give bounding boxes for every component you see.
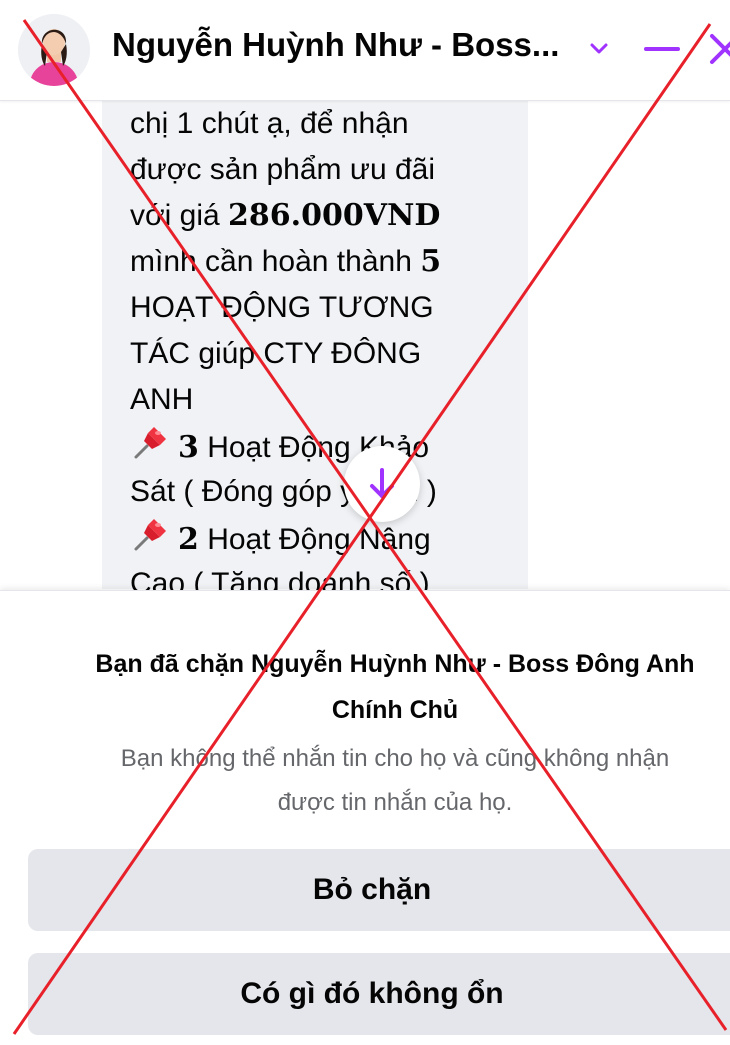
pushpin-icon: [134, 519, 166, 551]
item-count: 3: [178, 430, 199, 465]
item-text: Hoạt Động Nâng: [198, 523, 431, 556]
close-icon[interactable]: [702, 26, 730, 72]
pushpin-icon: [134, 427, 166, 459]
minimize-icon[interactable]: [642, 36, 682, 62]
count-text: 5: [420, 244, 442, 279]
item-count: 2: [178, 522, 199, 557]
message-text-segment: với giá: [130, 199, 229, 232]
message-line: được sản phẩm ưu đãi: [130, 153, 435, 186]
blocked-title: Bạn đã chặn Nguyễn Huỳnh Như - Boss Đông…: [0, 641, 730, 733]
message-text: chị 1 chút ạ, để nhận được sản phẩm ưu đ…: [130, 101, 510, 591]
message-line: 2 Hoạt Động Nâng: [130, 515, 510, 561]
unblock-button[interactable]: Bỏ chặn: [28, 849, 730, 931]
price-text: 286.000VND: [228, 198, 441, 233]
blocked-description: Bạn không thể nhắn tin cho họ và cũng kh…: [0, 737, 730, 825]
message-text-segment: mình cần hoàn thành: [130, 245, 421, 278]
message-line: với giá 286.000VND: [130, 193, 510, 239]
message-line: Cao ( Tăng doanh số ): [130, 567, 430, 591]
message-line: ANH: [130, 383, 194, 416]
message-line: TÁC giúp CTY ĐÔNG: [130, 337, 422, 370]
blocked-title-line: Bạn đã chặn Nguyễn Huỳnh Như - Boss Đông…: [95, 650, 695, 678]
blocked-panel: Bạn đã chặn Nguyễn Huỳnh Như - Boss Đông…: [0, 590, 730, 1045]
scroll-to-bottom-button[interactable]: [344, 446, 420, 522]
avatar[interactable]: [18, 14, 90, 86]
message-line: mình cần hoàn thành 5: [130, 239, 510, 285]
chevron-down-icon[interactable]: [586, 36, 612, 62]
message-line: Sát ( Đóng góp ý kiến ): [130, 475, 437, 508]
unblock-label: Bỏ chặn: [312, 873, 432, 906]
contact-name[interactable]: Nguyễn Huỳnh Như - Boss...: [112, 26, 559, 64]
message-line: 3 Hoạt Động Khảo: [130, 423, 510, 469]
blocked-desc-line: được tin nhắn của họ.: [277, 789, 513, 816]
person-avatar-icon: [18, 14, 90, 86]
report-label: Có gì đó không ổn: [240, 977, 504, 1010]
report-problem-button[interactable]: Có gì đó không ổn: [28, 953, 730, 1035]
chat-header: Nguyễn Huỳnh Như - Boss...: [0, 0, 730, 101]
arrow-down-icon: [370, 468, 394, 498]
blocked-desc-line: Bạn không thể nhắn tin cho họ và cũng kh…: [120, 745, 670, 772]
message-line: chị 1 chút ạ, để nhận: [130, 107, 409, 140]
blocked-title-line: Chính Chủ: [331, 696, 459, 724]
message-line: HOẠT ĐỘNG TƯƠNG: [130, 291, 434, 324]
